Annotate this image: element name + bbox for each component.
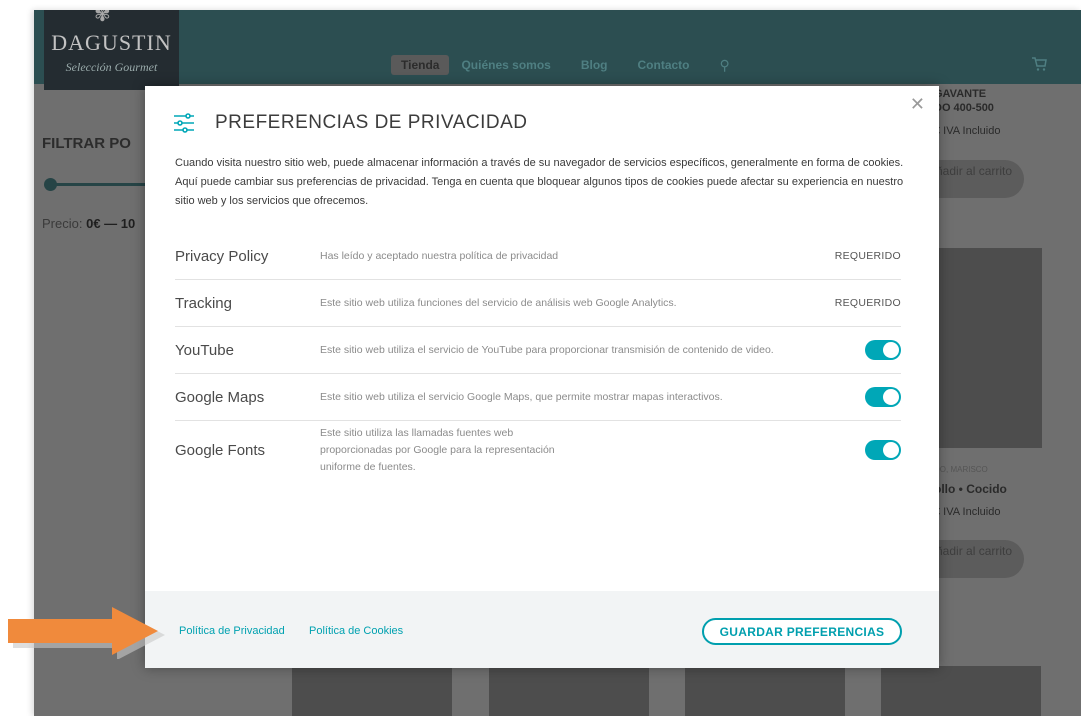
consent-description: Este sitio web utiliza el servicio de Yo…: [320, 343, 774, 356]
consent-row-google-fonts: Google Fonts Este sitio utiliza las llam…: [175, 421, 901, 479]
consent-name: Tracking: [175, 294, 232, 312]
product-price: € IVA Incluido: [934, 125, 1001, 137]
save-preferences-button[interactable]: GUARDAR PREFERENCIAS: [702, 618, 902, 645]
product-title[interactable]: GAVANTE: [934, 88, 986, 100]
settings-sliders-icon: [174, 113, 194, 133]
google-fonts-toggle[interactable]: [865, 440, 901, 460]
product-image[interactable]: [292, 666, 452, 716]
privacy-preferences-modal: ✕ PREFERENCIAS DE PRIVACIDAD Cuando visi…: [145, 86, 939, 668]
price-slider-handle[interactable]: [44, 178, 57, 191]
youtube-toggle[interactable]: [865, 340, 901, 360]
consent-description: Este sitio utiliza las llamadas fuentes …: [320, 426, 555, 473]
consent-row-google-maps: Google Maps Este sitio web utiliza el se…: [175, 374, 901, 421]
privacy-policy-link[interactable]: Política de Privacidad: [179, 625, 285, 637]
price-label: Precio:: [42, 216, 83, 231]
nav-contacto[interactable]: Contacto: [638, 58, 690, 72]
consent-name: Privacy Policy: [175, 247, 269, 265]
product-price: € IVA Incluido: [934, 506, 1001, 518]
product-title[interactable]: DO 400-500: [934, 102, 994, 114]
consent-row-youtube: YouTube Este sitio web utiliza el servic…: [175, 327, 901, 374]
logo-emblem-icon: ✾: [94, 10, 111, 26]
consent-list: Privacy Policy Has leído y aceptado nues…: [175, 233, 901, 479]
logo-subtitle: Selección Gourmet: [65, 60, 158, 74]
consent-description: Este sitio web utiliza el servicio Googl…: [320, 390, 723, 403]
modal-header: PREFERENCIAS DE PRIVACIDAD: [173, 112, 527, 134]
product-image[interactable]: [685, 666, 845, 716]
consent-row-privacy-policy: Privacy Policy Has leído y aceptado nues…: [175, 233, 901, 280]
close-icon[interactable]: ✕: [910, 94, 925, 115]
google-maps-toggle[interactable]: [865, 387, 901, 407]
consent-name: YouTube: [175, 341, 234, 359]
product-category: DO, MARISCO: [934, 465, 988, 474]
price-range: Precio: 0€ — 10: [42, 216, 135, 231]
nav-tienda[interactable]: Tienda: [391, 55, 450, 75]
nav-blog[interactable]: Blog: [581, 58, 608, 72]
main-nav: Tienda Quiénes somos Blog Contacto ⚲: [391, 55, 760, 75]
consent-description: Has leído y aceptado nuestra política de…: [320, 249, 559, 262]
product-image[interactable]: [489, 666, 649, 716]
consent-row-tracking: Tracking Este sitio web utiliza funcione…: [175, 280, 901, 327]
modal-title: PREFERENCIAS DE PRIVACIDAD: [215, 112, 528, 133]
required-badge: REQUERIDO: [834, 250, 901, 262]
cart-icon[interactable]: [1031, 56, 1047, 77]
logo-name: DAGUSTIN: [51, 30, 172, 55]
consent-description: Este sitio web utiliza funciones del ser…: [320, 296, 677, 309]
product-image[interactable]: [881, 666, 1041, 716]
annotation-arrow-icon: [8, 607, 165, 659]
filter-title: FILTRAR PO: [42, 135, 131, 152]
modal-description: Cuando visita nuestro sitio web, puede a…: [175, 157, 904, 207]
nav-quienes-somos[interactable]: Quiénes somos: [461, 58, 550, 72]
required-badge: REQUERIDO: [834, 297, 901, 309]
consent-name: Google Fonts: [175, 441, 266, 459]
cookies-policy-link[interactable]: Política de Cookies: [309, 625, 403, 637]
consent-name: Google Maps: [175, 388, 265, 406]
site-logo[interactable]: ✾ DAGUSTIN Selección Gourmet: [44, 10, 179, 90]
price-value: 0€ — 10: [86, 216, 136, 231]
modal-footer: Política de Privacidad Política de Cooki…: [145, 591, 939, 668]
product-title[interactable]: ollo • Cocido: [934, 482, 1007, 496]
search-icon[interactable]: ⚲: [720, 57, 730, 74]
